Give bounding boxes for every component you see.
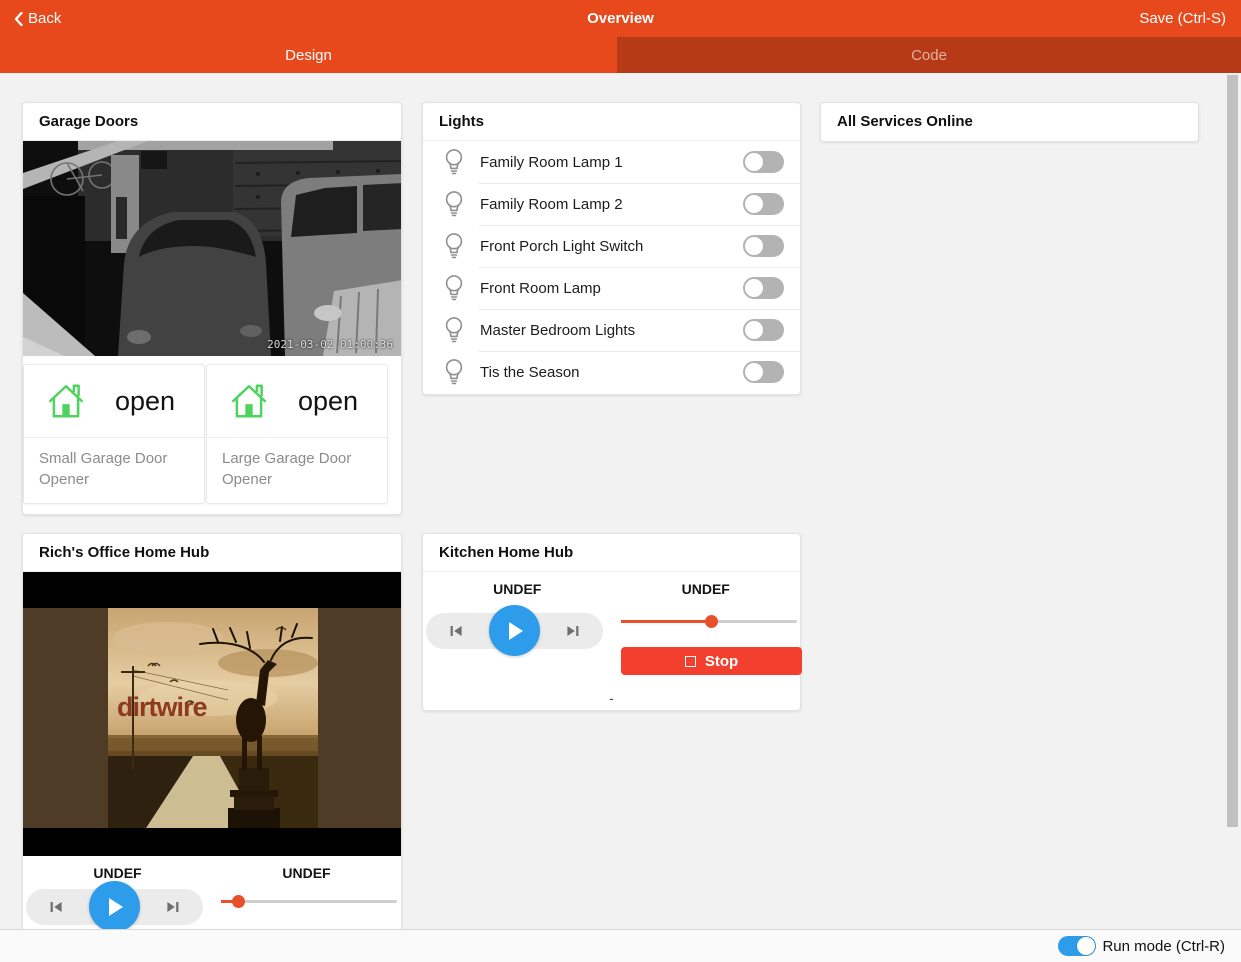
stop-icon [685,656,696,667]
lights-card-title: Lights [423,103,800,141]
light-bulb-icon [444,316,464,344]
tab-design[interactable]: Design [0,37,617,73]
play-button[interactable] [89,881,140,932]
light-bulb-icon [444,232,464,260]
back-label: Back [28,10,61,27]
skip-next-button[interactable] [166,900,180,914]
light-label: Master Bedroom Lights [480,322,635,339]
house-icon [46,381,86,421]
light-toggle[interactable] [743,361,784,383]
light-toggle[interactable] [743,235,784,257]
volume-slider[interactable] [621,620,797,623]
opener-label: Small Garage Door Opener [24,438,204,490]
opener-tile-small-garage[interactable]: open Small Garage Door Opener [23,364,205,504]
toggle-knob [745,153,763,171]
light-bulb-icon [444,274,464,302]
hub-track: UNDEF [212,865,401,881]
lights-card: Lights Family Room Lamp 1 Family Room La… [422,102,801,395]
services-status-text: All Services Online [821,103,1198,141]
light-label: Front Room Lamp [480,280,601,297]
office-hub-labels: UNDEF UNDEF [23,856,401,881]
status-bar: Run mode (Ctrl-R) [0,929,1241,962]
light-toggle[interactable] [743,151,784,173]
opener-state: open [269,386,387,417]
chevron-left-icon [14,12,23,26]
hub-artist: UNDEF [423,581,612,597]
play-button[interactable] [489,605,540,656]
toggle-knob [745,363,763,381]
stop-button[interactable]: Stop [621,647,802,675]
run-mode-toggle[interactable] [1058,936,1096,956]
toggle-knob [745,279,763,297]
stop-label: Stop [705,653,738,670]
light-row: Front Room Lamp [423,267,800,309]
garage-camera-image [23,141,401,356]
light-label: Tis the Season [480,364,580,381]
kitchen-hub-body: UNDEF UNDEF [423,572,800,711]
skip-next-button[interactable] [566,624,580,638]
toggle-knob [1077,937,1095,955]
camera-timestamp: 2021-03-02 01:00:36 [267,338,393,351]
opener-label: Large Garage Door Opener [207,438,387,490]
light-label: Family Room Lamp 2 [480,196,623,213]
album-art: dirtwire [108,608,318,828]
house-icon [229,381,269,421]
light-toggle[interactable] [743,319,784,341]
media-controls [426,613,603,649]
light-row: Tis the Season [423,351,800,393]
services-status-card: All Services Online [820,102,1199,142]
kitchen-hub-labels: UNDEF UNDEF [423,572,800,597]
light-bulb-icon [444,190,464,218]
play-icon [506,621,524,641]
app-window: Back Overview Save (Ctrl-S) Design Code … [0,0,1241,962]
light-bulb-icon [444,358,464,386]
run-mode-label: Run mode (Ctrl-R) [1102,938,1225,955]
garage-camera-view: 2021-03-02 01:00:36 [23,141,401,356]
toggle-knob [745,321,763,339]
toggle-knob [745,237,763,255]
light-row: Family Room Lamp 1 [423,141,800,183]
save-button[interactable]: Save (Ctrl-S) [1139,10,1226,27]
light-row: Family Room Lamp 2 [423,183,800,225]
skip-previous-button[interactable] [49,900,63,914]
hub-footer-dash: - [423,690,800,706]
tab-bar: Design Code [0,37,1241,73]
light-label: Family Room Lamp 1 [480,154,623,171]
top-bar: Back Overview Save (Ctrl-S) [0,0,1241,37]
garage-doors-card: Garage Doors [22,102,402,515]
slider-handle[interactable] [705,615,718,628]
light-row: Front Porch Light Switch [423,225,800,267]
light-toggle[interactable] [743,193,784,215]
toggle-knob [745,195,763,213]
light-label: Front Porch Light Switch [480,238,643,255]
play-icon [106,897,124,917]
hub-artist: UNDEF [23,865,212,881]
office-hub-title: Rich's Office Home Hub [23,534,401,572]
garage-openers: open Small Garage Door Opener open [23,364,401,505]
scrollbar-thumb[interactable] [1227,75,1238,827]
skip-previous-button[interactable] [449,624,463,638]
album-title-text: dirtwire [117,692,207,723]
light-row: Master Bedroom Lights [423,309,800,351]
opener-tile-large-garage[interactable]: open Large Garage Door Opener [206,364,388,504]
garage-card-title: Garage Doors [23,103,401,141]
kitchen-hub-title: Kitchen Home Hub [423,534,800,572]
office-hub-card: Rich's Office Home Hub [22,533,402,933]
back-button[interactable]: Back [14,10,61,27]
kitchen-hub-card: Kitchen Home Hub UNDEF UNDEF [422,533,801,711]
opener-state: open [86,386,204,417]
slider-handle[interactable] [232,895,245,908]
light-toggle[interactable] [743,277,784,299]
media-controls [26,889,203,925]
album-art-container: dirtwire [23,572,401,856]
page-title: Overview [587,10,654,27]
tab-code[interactable]: Code [617,37,1241,73]
volume-slider[interactable] [221,900,397,903]
light-bulb-icon [444,148,464,176]
hub-track: UNDEF [612,581,801,597]
slider-fill [621,620,711,623]
